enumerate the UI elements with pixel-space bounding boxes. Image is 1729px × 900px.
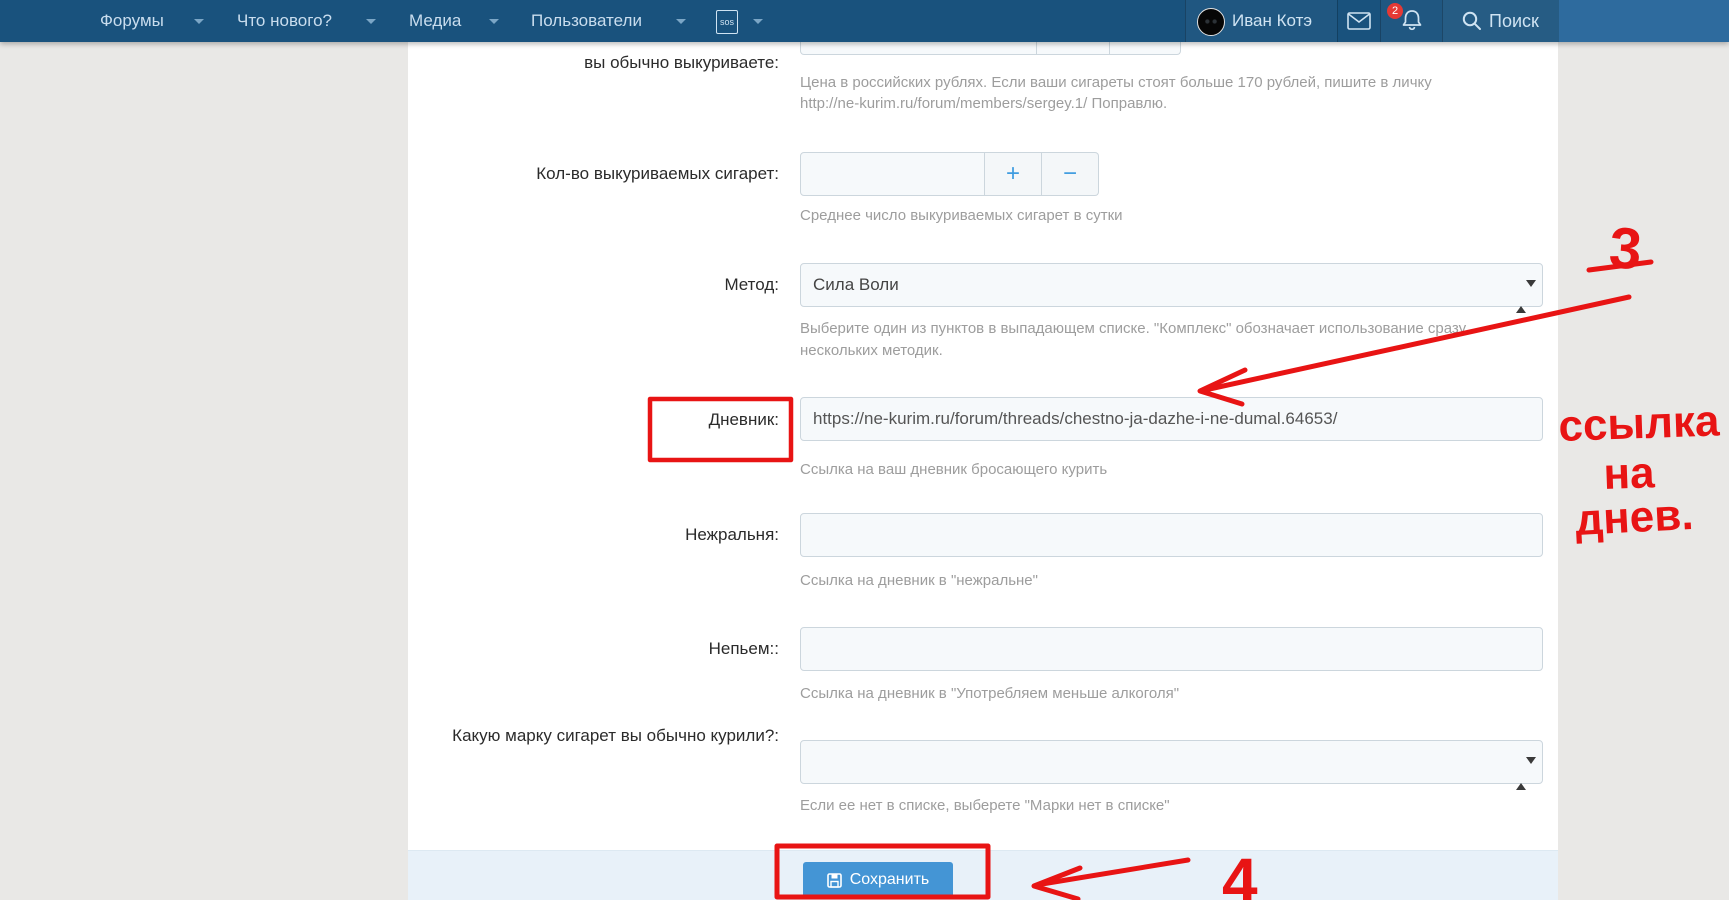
field-label-cigarettes-count: Кол-во выкуриваемых сигарет: [536, 164, 779, 183]
decrement-button[interactable]: − [1042, 152, 1099, 196]
annotation-underline-3 [1586, 259, 1654, 273]
helper-text: Ссылка на ваш дневник бросающего курить [800, 461, 1108, 478]
helper-text: Среднее число выкуриваемых сигарет в сут… [800, 207, 1123, 224]
helper-text: Ссылка на дневник в "Употребляем меньше … [800, 685, 1180, 702]
notification-badge: 2 [1387, 3, 1403, 19]
search-icon[interactable] [1461, 10, 1483, 37]
save-button[interactable]: Сохранить [803, 862, 953, 898]
divider [1442, 0, 1443, 42]
helper-text: нескольких методик. [800, 342, 943, 359]
cigarettes-count-input[interactable] [800, 152, 985, 196]
annotation-note-line-1: ссылка [1558, 396, 1721, 451]
select-arrows-icon [1516, 753, 1536, 790]
sos-icon[interactable]: sos [716, 10, 738, 34]
inbox-envelope-icon[interactable] [1347, 12, 1371, 35]
divider [1380, 0, 1381, 42]
field-label-nezhralnya: Нежральня: [685, 525, 779, 544]
annotation-step-3: 3 [1607, 215, 1644, 282]
field-label-brand: Какую марку сигарет вы обычно курили?: [452, 726, 779, 745]
method-select[interactable]: Сила Воли [800, 263, 1543, 313]
nav-item-media[interactable]: Медиа [409, 0, 461, 42]
save-button-label: Сохранить [849, 871, 930, 888]
search-button[interactable]: Поиск [1489, 0, 1539, 42]
price-minus-button[interactable] [1110, 42, 1181, 55]
save-floppy-icon [826, 872, 842, 888]
nav-item-whats-new[interactable]: Что нового? [237, 0, 332, 42]
form-footer [408, 850, 1558, 900]
helper-text: http://ne-kurim.ru/forum/members/sergey.… [800, 95, 1168, 112]
notification-bell-icon[interactable] [1400, 8, 1424, 39]
increment-button[interactable]: + [985, 152, 1042, 196]
cigarettes-count-stepper: + − [800, 152, 1099, 196]
screen: Форумы Что нового? Медиа Пользователи so… [0, 0, 1729, 900]
price-input[interactable] [800, 42, 1037, 55]
avatar[interactable] [1197, 8, 1225, 36]
user-name[interactable]: Иван Котэ [1232, 0, 1312, 42]
price-stepper-cutoff[interactable] [800, 42, 1181, 55]
chevron-down-icon[interactable] [753, 19, 763, 24]
method-select-value: Сила Воли [813, 275, 899, 294]
helper-text: Если ее нет в списке, выберете "Марки не… [800, 797, 1170, 814]
helper-text: Ссылка на дневник в "нежральне" [800, 572, 1038, 589]
helper-text: Цена в российских рублях. Если ваши сига… [800, 74, 1432, 91]
nepem-input[interactable] [800, 627, 1543, 671]
annotation-note-line-3: днев. [1574, 490, 1695, 545]
field-label-diary: Дневник: [708, 410, 779, 429]
navbar-right-strip [1559, 0, 1729, 42]
divider [1337, 0, 1338, 42]
nezhralnya-input[interactable] [800, 513, 1543, 557]
chevron-down-icon[interactable] [489, 19, 499, 24]
field-label-nepem: Непьем:: [708, 639, 779, 658]
field-label-method: Метод: [724, 275, 779, 294]
settings-form: вы обычно выкуриваете: Цена в российских… [408, 42, 1558, 900]
chevron-down-icon[interactable] [676, 19, 686, 24]
price-plus-button[interactable] [1037, 42, 1110, 55]
nav-item-users[interactable]: Пользователи [531, 0, 642, 42]
brand-select[interactable] [800, 740, 1543, 790]
chevron-down-icon[interactable] [366, 19, 376, 24]
navbar: Форумы Что нового? Медиа Пользователи so… [0, 0, 1729, 42]
nav-item-forums[interactable]: Форумы [100, 0, 164, 42]
helper-text: Выберите один из пунктов в выпадающем сп… [800, 320, 1467, 337]
select-arrows-icon [1516, 276, 1536, 313]
divider [1185, 0, 1186, 42]
annotation-note-line-2: на [1603, 448, 1656, 499]
chevron-down-icon[interactable] [194, 19, 204, 24]
field-label-price: вы обычно выкуриваете: [584, 53, 779, 72]
diary-url-input[interactable] [800, 397, 1543, 441]
